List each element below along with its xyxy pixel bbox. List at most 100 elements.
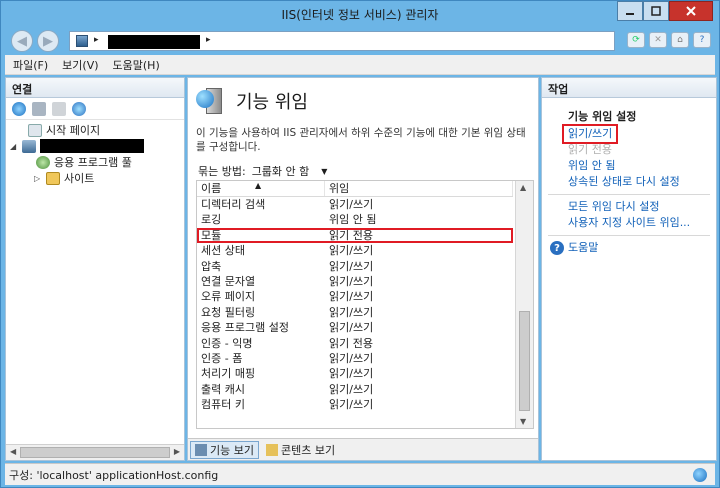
column-header-name[interactable]: ▲ 이름 xyxy=(197,181,325,196)
list-header: ▲ 이름 위임 xyxy=(197,181,513,197)
menu-view[interactable]: 보기(V) xyxy=(62,57,98,73)
connections-toolbar xyxy=(6,98,184,120)
table-row[interactable]: 인증 - 폼 읽기/쓰기 xyxy=(197,351,513,366)
table-row[interactable]: 오류 페이지 읽기/쓰기 xyxy=(197,289,513,304)
stop-icon[interactable]: ✕ xyxy=(649,32,667,48)
table-row[interactable] xyxy=(197,412,513,427)
connections-header: 연결 xyxy=(6,78,184,98)
breadcrumb-separator: ▸ xyxy=(94,35,99,45)
tree-item-server[interactable]: ◢ xyxy=(10,138,144,154)
action-read-write[interactable]: 읽기/쓰기 xyxy=(561,124,619,144)
connect-icon[interactable] xyxy=(12,101,26,116)
address-field[interactable]: ▸ ▸ xyxy=(69,31,615,51)
table-row[interactable]: 인증 - 익명 읽기 전용 xyxy=(197,336,513,351)
redacted-server-name xyxy=(108,35,200,49)
table-row[interactable]: 요청 필터링 읽기/쓰기 xyxy=(197,305,513,320)
menu-help[interactable]: 도움말(H) xyxy=(113,57,160,73)
tree-item-app-pools[interactable]: 응용 프로그램 풀 xyxy=(36,154,132,170)
app-pool-icon xyxy=(36,155,50,169)
row-delegation xyxy=(325,412,513,427)
column-header-delegation[interactable]: 위임 xyxy=(325,181,513,196)
expand-icon[interactable]: ▷ xyxy=(34,174,43,183)
actions-pane: 작업 기능 위임 설정 읽기/쓰기 읽기 전용 위임 안 됨 상속된 상태로 다… xyxy=(541,77,717,461)
content-view-icon xyxy=(265,443,278,456)
view-switcher: 기능 보기 콘텐츠 보기 xyxy=(188,438,538,460)
action-read-only: 읽기 전용 xyxy=(568,143,612,156)
row-name: 오류 페이지 xyxy=(201,290,256,304)
row-name: 세션 상태 xyxy=(201,244,245,258)
table-row[interactable]: 출력 캐시 읽기/쓰기 xyxy=(197,382,513,397)
minimize-button[interactable] xyxy=(617,1,643,21)
help-menu-icon[interactable]: ? xyxy=(693,32,711,48)
network-status-icon xyxy=(693,468,707,482)
group-by-value[interactable]: 그룹화 안 함 xyxy=(252,163,310,179)
connections-hscrollbar[interactable]: ◀ ▶ xyxy=(6,444,184,460)
menu-file[interactable]: 파일(F) xyxy=(13,57,48,73)
action-not-delegated[interactable]: 위임 안 됨 xyxy=(568,158,716,174)
up-level-icon[interactable] xyxy=(52,101,66,116)
tree-label-app-pools: 응용 프로그램 풀 xyxy=(54,156,132,169)
help-icon: ? xyxy=(550,241,564,255)
back-button[interactable]: ◀ xyxy=(11,30,33,52)
row-delegation: 읽기/쓰기 xyxy=(329,367,374,381)
scroll-up-icon[interactable]: ▲ xyxy=(520,183,526,192)
tree-item-sites[interactable]: ▷ 사이트 xyxy=(34,170,94,186)
actions-divider-2 xyxy=(548,235,710,236)
group-by-control[interactable]: 묶는 방법: 그룹화 안 함 ▼ xyxy=(196,162,536,180)
scroll-left-icon[interactable]: ◀ xyxy=(10,447,16,456)
table-row[interactable]: 연결 문자열 읽기/쓰기 xyxy=(197,274,513,289)
tree-item-start-page[interactable]: 시작 페이지 xyxy=(16,122,100,138)
dropdown-arrow-icon[interactable]: ▼ xyxy=(321,167,327,176)
redacted-server-node xyxy=(40,139,144,153)
save-icon[interactable] xyxy=(32,101,46,116)
start-page-icon xyxy=(28,123,42,137)
table-row[interactable]: 디렉터리 검색 읽기/쓰기 xyxy=(197,197,513,212)
row-delegation: 읽기/쓰기 xyxy=(329,305,374,319)
scroll-thumb[interactable] xyxy=(519,311,530,411)
table-row[interactable]: 압축 읽기/쓰기 xyxy=(197,259,513,274)
row-delegation: 읽기 전용 xyxy=(329,336,373,350)
refresh-icon[interactable]: ⟳ xyxy=(627,32,645,48)
scroll-right-icon[interactable]: ▶ xyxy=(174,447,180,456)
action-custom-site[interactable]: 사용자 지정 사이트 위임... xyxy=(568,215,716,231)
forward-button[interactable]: ▶ xyxy=(37,30,59,52)
connections-tree: 시작 페이지 ◢ 응용 프로그램 풀 ▷ 사이트 xyxy=(6,120,184,185)
delegation-list: ▲ 이름 위임 디렉터리 검색 읽기/쓰기 로깅 위임 안 됨 모듈 읽기 전용 세션 상태 읽… xyxy=(196,180,534,429)
action-reset-inherited[interactable]: 상속된 상태로 다시 설정 xyxy=(568,174,716,190)
feature-delegation-icon xyxy=(194,86,226,116)
actions-header: 작업 xyxy=(542,78,716,98)
table-row[interactable]: 처리기 매핑 읽기/쓰기 xyxy=(197,366,513,381)
row-name: 디렉터리 검색 xyxy=(201,198,266,211)
scroll-thumb[interactable] xyxy=(20,447,170,458)
list-vscrollbar[interactable]: ▲ ▼ xyxy=(515,181,533,428)
scroll-down-icon[interactable]: ▼ xyxy=(520,417,526,426)
features-view-icon xyxy=(195,443,207,456)
home-icon[interactable]: ⌂ xyxy=(671,32,689,48)
help-link[interactable]: 도움말 xyxy=(568,240,598,256)
action-help[interactable]: ? 도움말 xyxy=(550,240,716,256)
table-row[interactable]: 응용 프로그램 설정 읽기/쓰기 xyxy=(197,320,513,335)
row-name: 요청 필터링 xyxy=(201,305,256,319)
table-row[interactable]: 로깅 위임 안 됨 xyxy=(197,212,513,227)
maximize-button[interactable] xyxy=(643,1,669,21)
row-name: 모듈 xyxy=(201,228,222,242)
table-row[interactable]: 컴퓨터 키 읽기/쓰기 xyxy=(197,397,513,412)
tree-label-start-page: 시작 페이지 xyxy=(46,124,101,137)
features-view-button[interactable]: 기능 보기 xyxy=(190,440,259,459)
row-delegation: 읽기/쓰기 xyxy=(329,398,374,412)
row-delegation: 읽기/쓰기 xyxy=(329,198,374,211)
group-by-label: 묶는 방법: xyxy=(198,165,246,178)
breadcrumb-separator-2[interactable]: ▸ xyxy=(206,35,211,45)
table-row[interactable]: 모듈 읽기 전용 xyxy=(197,227,513,244)
row-delegation: 읽기/쓰기 xyxy=(329,382,374,396)
close-button[interactable] xyxy=(669,1,713,21)
collapse-icon[interactable]: ◢ xyxy=(10,142,19,151)
row-delegation: 읽기/쓰기 xyxy=(329,274,374,288)
status-bar: 구성: 'localhost' applicationHost.config xyxy=(5,463,715,485)
globe-icon[interactable] xyxy=(72,101,86,116)
row-name: 처리기 매핑 xyxy=(201,367,256,381)
row-name: 로깅 xyxy=(201,213,222,227)
table-row[interactable]: 세션 상태 읽기/쓰기 xyxy=(197,243,513,258)
action-reset-all[interactable]: 모든 위임 다시 설정 xyxy=(568,199,716,215)
content-view-button[interactable]: 콘텐츠 보기 xyxy=(261,441,340,459)
